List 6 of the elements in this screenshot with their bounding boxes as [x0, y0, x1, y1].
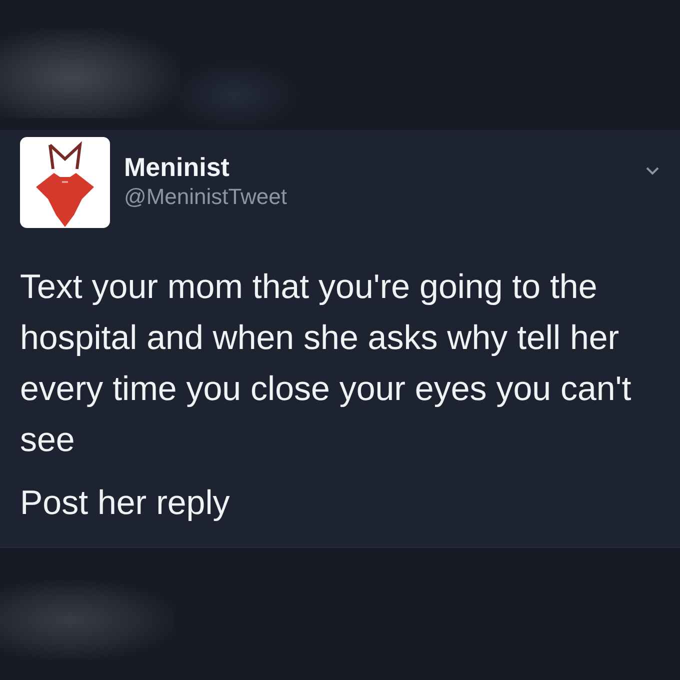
author-handle: @MeninistTweet [124, 183, 287, 211]
tweet-text: Post her reply [20, 483, 231, 524]
tweet-text: Text your mom that you're going to the hospital and when she asks why tell her every time you close your eyes you can't see [20, 267, 632, 461]
chevron-down-icon[interactable] [646, 167, 659, 175]
author-name: Meninist [124, 151, 230, 183]
beard-logo-avatar-icon [20, 137, 110, 228]
